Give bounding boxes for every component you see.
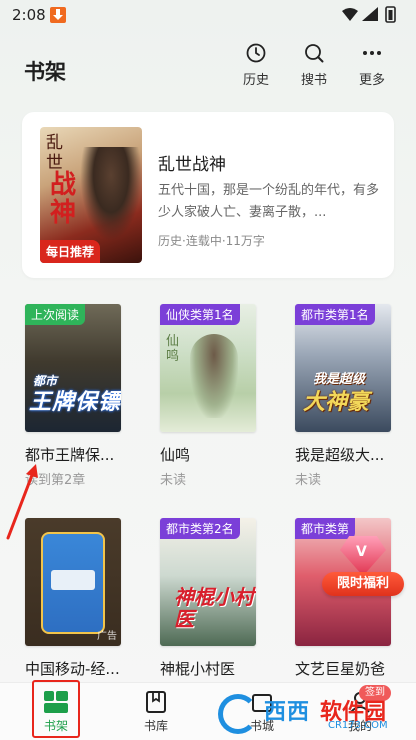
status-icons xyxy=(342,6,396,23)
more-button[interactable]: 更多 xyxy=(350,42,394,94)
rank-tag: 都市类第1名 xyxy=(295,304,375,325)
book-cover: 我是超级 大神豪 都市类第1名 xyxy=(295,304,391,432)
wifi-icon xyxy=(342,8,358,21)
book-item[interactable]: 我是超级 大神豪 都市类第1名 我是超级大... 未读 xyxy=(295,304,391,488)
download-notification-icon xyxy=(50,7,66,23)
book-cover: 都市 王牌保镖 上次阅读 xyxy=(25,304,121,432)
cover-title: 王牌保镖 xyxy=(29,390,121,415)
more-label: 更多 xyxy=(358,73,385,88)
cover-figure xyxy=(190,334,238,418)
cover-title: 神棍小村医 xyxy=(174,585,254,631)
book-title: 我是超级大... xyxy=(295,446,385,464)
featured-cover-title-bottom: 战神 xyxy=(50,170,77,228)
featured-cover-figure xyxy=(80,147,142,241)
featured-title: 乱世战神 xyxy=(158,155,226,175)
promo-gem-letter: V xyxy=(356,544,367,560)
book-icon xyxy=(146,691,166,713)
nav-library[interactable]: 书库 xyxy=(121,683,191,740)
search-icon xyxy=(305,44,324,63)
daily-recommend-badge: 每日推荐 xyxy=(40,240,101,263)
status-bar: 2:08 xyxy=(0,0,416,30)
book-title: 中国移动-经... xyxy=(25,660,120,678)
featured-cover-title-top: 乱世 xyxy=(46,133,63,173)
book-title: 仙鸣 xyxy=(160,446,191,464)
book-status: 未读 xyxy=(160,473,187,488)
clock-icon xyxy=(246,43,266,63)
history-button[interactable]: 历史 xyxy=(234,42,278,94)
book-item[interactable]: 神棍小村医 都市类第2名 神棍小村医 xyxy=(160,518,256,678)
watermark-url: CR173.COM xyxy=(328,720,388,731)
nav-library-label: 书库 xyxy=(143,719,168,733)
last-read-tag: 上次阅读 xyxy=(25,304,86,325)
featured-meta: 历史·连载中·11万字 xyxy=(158,234,265,248)
site-watermark: 西西 软件园 CR173.COM xyxy=(216,690,412,736)
search-button[interactable]: 搜书 xyxy=(292,42,336,94)
book-title: 文艺巨星奶爸 xyxy=(295,660,386,678)
book-title: 神棍小村医 xyxy=(160,660,236,678)
annotation-arrow xyxy=(6,464,38,540)
featured-cover: 乱世 战神 每日推荐 xyxy=(40,127,142,263)
status-time: 2:08 xyxy=(12,6,46,24)
search-label: 搜书 xyxy=(300,73,327,88)
rank-tag: 仙侠类第1名 xyxy=(160,304,240,325)
book-status: 未读 xyxy=(295,473,322,488)
ad-label: 广告 xyxy=(97,631,117,642)
cover-title: 大神豪 xyxy=(303,390,370,415)
watermark-brand: 西西 xyxy=(264,700,311,725)
book-item[interactable]: 都市 王牌保镖 上次阅读 都市王牌保... 读到第2章 xyxy=(25,304,121,488)
signal-icon xyxy=(362,7,378,21)
history-label: 历史 xyxy=(242,73,269,88)
book-item[interactable]: 仙鸣 仙侠类第1名 仙鸣 未读 xyxy=(160,304,256,488)
promo-sticker[interactable]: V 限时福利 xyxy=(320,536,406,600)
cover-title: 仙鸣 xyxy=(166,334,180,364)
more-dots-icon xyxy=(363,51,381,55)
page-title: 书架 xyxy=(24,60,66,84)
book-cover: 仙鸣 仙侠类第1名 xyxy=(160,304,256,432)
book-cover: 神棍小村医 都市类第2名 xyxy=(160,518,256,646)
promo-label: 限时福利 xyxy=(322,572,404,596)
annotation-highlight-box xyxy=(32,680,80,738)
watermark-logo-icon xyxy=(218,694,258,734)
featured-book-card[interactable]: 乱世 战神 每日推荐 乱世战神 五代十国，那是一个纷乱的年代，有多少人家破人亡、… xyxy=(22,112,394,278)
rank-tag: 都市类第2名 xyxy=(160,518,240,539)
featured-description: 五代十国，那是一个纷乱的年代，有多少人家破人亡、妻离子散，... xyxy=(158,183,380,220)
